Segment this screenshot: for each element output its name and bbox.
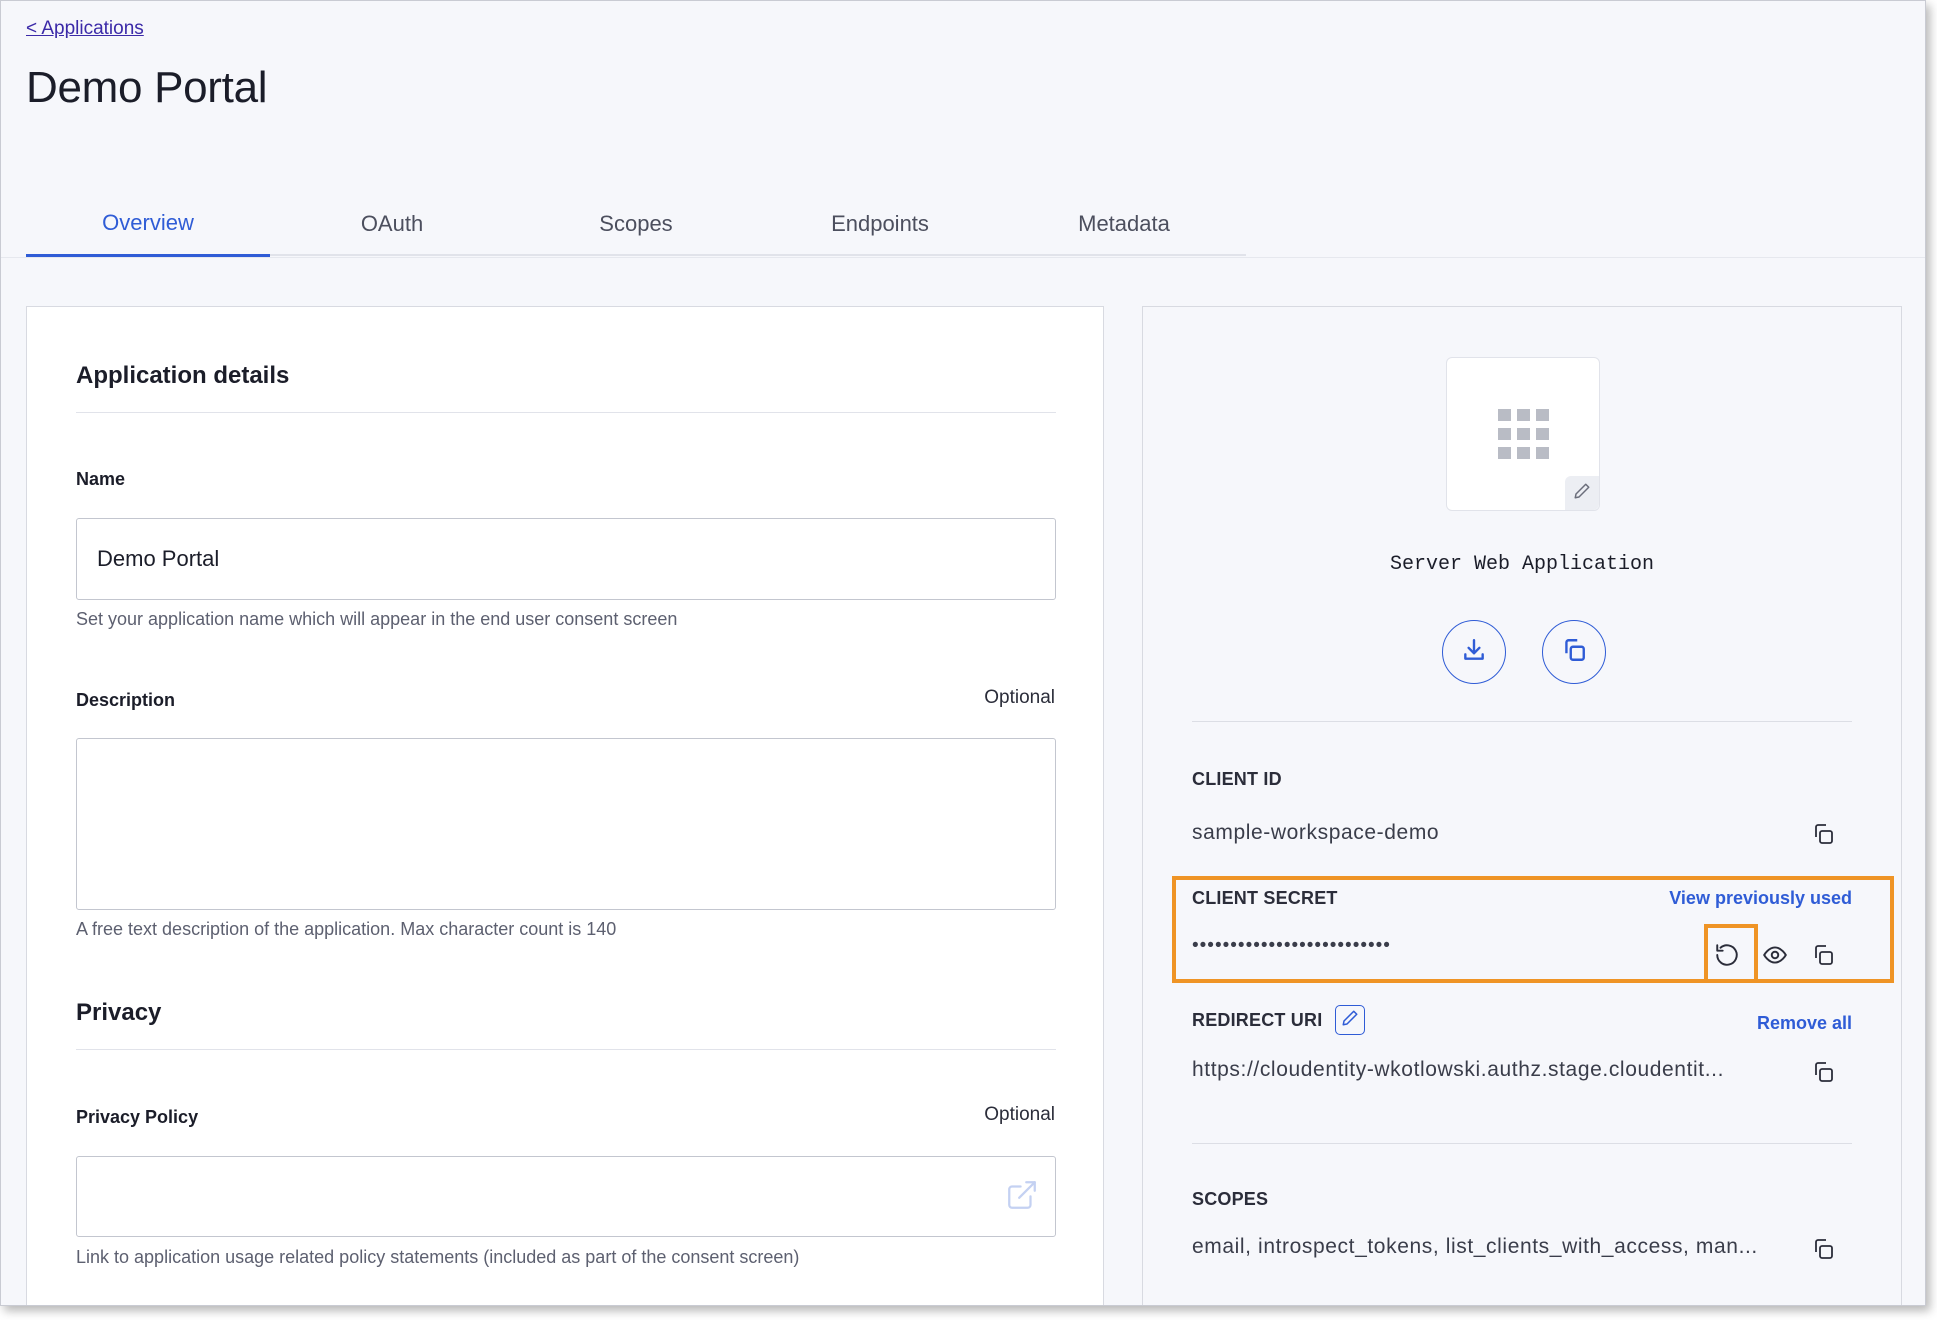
- client-id-value: sample-workspace-demo: [1192, 821, 1440, 844]
- application-window: < Applications Demo Portal Overview OAut…: [0, 0, 1926, 1306]
- tab-endpoints[interactable]: Endpoints: [758, 191, 1002, 256]
- client-id-label: CLIENT ID: [1192, 769, 1282, 789]
- application-summary-card: Server Web Application CLIENT ID sample-…: [1142, 306, 1902, 1305]
- description-textarea[interactable]: [76, 738, 1056, 910]
- name-input[interactable]: [76, 518, 1056, 600]
- application-details-card: Application details Name Set your applic…: [26, 306, 1104, 1305]
- summary-divider: [1192, 721, 1852, 722]
- scopes-value: email, introspect_tokens, list_clients_w…: [1192, 1235, 1758, 1258]
- privacy-policy-input[interactable]: [76, 1156, 1056, 1237]
- tab-overview[interactable]: Overview: [26, 191, 270, 257]
- copy-icon: [1561, 637, 1587, 668]
- tab-bar: Overview OAuth Scopes Endpoints Metadata: [26, 191, 1246, 257]
- tab-scopes[interactable]: Scopes: [514, 191, 758, 256]
- rotate-secret-highlight: [1704, 924, 1758, 983]
- download-button[interactable]: [1442, 620, 1506, 684]
- description-helper-text: A free text description of the applicati…: [76, 919, 617, 939]
- tab-oauth[interactable]: OAuth: [270, 191, 514, 256]
- copy-scopes-icon[interactable]: [1808, 1234, 1838, 1264]
- grid-icon: [1498, 409, 1550, 461]
- remove-all-redirect-uris-link[interactable]: Remove all: [1757, 1013, 1852, 1034]
- description-optional-label: Optional: [984, 687, 1055, 708]
- application-type-label: Server Web Application: [1389, 553, 1655, 576]
- name-helper-text: Set your application name which will app…: [76, 609, 678, 629]
- description-label: Description: [76, 690, 176, 710]
- client-secret-highlight: [1172, 876, 1894, 983]
- header-divider: [1, 257, 1925, 258]
- copy-client-id-icon[interactable]: [1808, 819, 1838, 849]
- redirect-uri-label: REDIRECT URI: [1192, 1010, 1323, 1030]
- download-icon: [1461, 637, 1487, 668]
- scopes-label: SCOPES: [1192, 1189, 1269, 1209]
- tab-metadata[interactable]: Metadata: [1002, 191, 1246, 256]
- name-label: Name: [76, 469, 126, 489]
- redirect-uri-value: https://cloudentity-wkotlowski.authz.sta…: [1192, 1058, 1725, 1081]
- edit-redirect-uri-button[interactable]: [1335, 1005, 1365, 1035]
- privacy-policy-label: Privacy Policy: [76, 1107, 199, 1127]
- privacy-policy-optional-label: Optional: [984, 1104, 1055, 1125]
- application-icon-tile: [1446, 357, 1600, 511]
- section-divider: [76, 412, 1056, 413]
- pencil-icon: [1573, 482, 1591, 505]
- edit-icon-button[interactable]: [1565, 476, 1599, 510]
- page-title: Demo Portal: [26, 63, 268, 112]
- pencil-icon: [1341, 1009, 1359, 1032]
- privacy-heading: Privacy: [76, 999, 162, 1026]
- copy-redirect-uri-icon[interactable]: [1808, 1057, 1838, 1087]
- summary-divider: [1192, 1143, 1852, 1144]
- copy-config-button[interactable]: [1542, 620, 1606, 684]
- back-to-applications-link[interactable]: < Applications: [26, 18, 144, 40]
- external-link-icon[interactable]: [1005, 1178, 1039, 1212]
- section-divider: [76, 1049, 1056, 1050]
- privacy-policy-helper-text: Link to application usage related policy…: [76, 1247, 800, 1267]
- application-details-heading: Application details: [76, 362, 290, 389]
